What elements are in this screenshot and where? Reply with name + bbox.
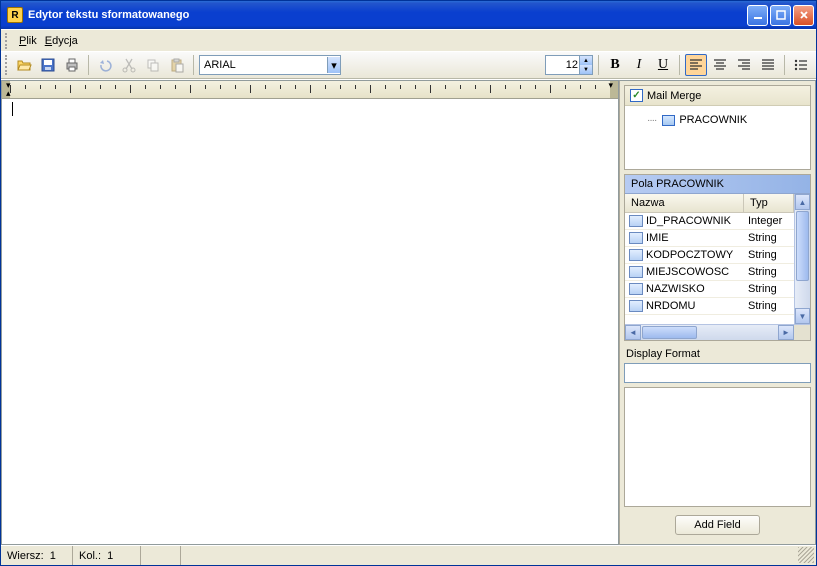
align-right-button[interactable] xyxy=(733,54,755,76)
column-header-name[interactable]: Nazwa xyxy=(625,194,744,212)
chevron-down-icon: ▾ xyxy=(327,57,340,73)
add-field-button[interactable]: Add Field xyxy=(675,515,759,535)
editor-pane: ▾ ▴ ▾ xyxy=(1,80,619,545)
menu-file[interactable]: Plik xyxy=(19,35,37,47)
column-header-type[interactable]: Typ xyxy=(744,194,794,212)
field-icon xyxy=(629,300,643,312)
mail-merge-label: Mail Merge xyxy=(647,90,701,102)
fields-header: Nazwa Typ xyxy=(625,194,794,213)
preview-box xyxy=(624,387,811,507)
minimize-button[interactable] xyxy=(747,5,768,26)
fields-vscrollbar[interactable]: ▲ ▼ xyxy=(794,194,810,324)
table-row[interactable]: ID_PRACOWNIK Integer xyxy=(625,213,794,230)
display-format-input[interactable] xyxy=(624,363,811,383)
close-button[interactable] xyxy=(793,5,814,26)
cut-button[interactable] xyxy=(118,54,140,76)
scroll-down-icon[interactable]: ▼ xyxy=(795,308,810,324)
side-panel: ✓ Mail Merge ···· PRACOWNIK Pola PRACOWN… xyxy=(619,80,816,545)
tree-item-root[interactable]: ···· PRACOWNIK xyxy=(633,112,802,128)
fields-panel: Pola PRACOWNIK Nazwa Typ ID_PRACOWNIK Int… xyxy=(624,174,811,341)
hscroll-thumb[interactable] xyxy=(642,326,697,339)
field-name: ID_PRACOWNIK xyxy=(646,215,731,227)
field-name: KODPOCZTOWY xyxy=(646,249,733,261)
font-combo[interactable]: ARIAL ▾ xyxy=(199,55,341,75)
tree-connector-icon: ···· xyxy=(647,115,656,126)
save-button[interactable] xyxy=(37,54,59,76)
tree-item-label: PRACOWNIK xyxy=(679,114,747,126)
field-name: NRDOMU xyxy=(646,300,696,312)
field-type: String xyxy=(744,281,794,297)
status-row: Wiersz: 1 xyxy=(1,546,73,565)
paste-button[interactable] xyxy=(166,54,188,76)
status-col: Kol.: 1 xyxy=(73,546,141,565)
table-row[interactable]: MIEJSCOWOSC String xyxy=(625,264,794,281)
indent-bottom-icon[interactable]: ▴ xyxy=(6,88,11,99)
field-name: MIEJSCOWOSC xyxy=(646,266,729,278)
table-row[interactable]: IMIE String xyxy=(625,230,794,247)
field-icon xyxy=(629,283,643,295)
menu-edit[interactable]: Edycja xyxy=(45,35,78,47)
maximize-button[interactable] xyxy=(770,5,791,26)
field-type: String xyxy=(744,230,794,246)
field-type: String xyxy=(744,298,794,314)
scroll-left-icon[interactable]: ◄ xyxy=(625,325,641,340)
title-bar: R Edytor tekstu sformatowanego xyxy=(1,1,816,29)
field-type: String xyxy=(744,247,794,263)
undo-button[interactable] xyxy=(94,54,116,76)
table-row[interactable]: NRDOMU String xyxy=(625,298,794,315)
font-size-value: 12 xyxy=(566,59,578,71)
underline-button[interactable]: U xyxy=(652,54,674,76)
spinner-down-icon[interactable]: ▼ xyxy=(580,65,592,74)
table-icon xyxy=(662,115,675,126)
spinner-up-icon[interactable]: ▲ xyxy=(580,56,592,65)
status-bar: Wiersz: 1 Kol.: 1 xyxy=(1,545,816,565)
align-left-button[interactable] xyxy=(685,54,707,76)
bold-button[interactable]: B xyxy=(604,54,626,76)
open-button[interactable] xyxy=(13,54,35,76)
app-icon: R xyxy=(7,7,23,23)
toolbar-grip xyxy=(5,55,9,75)
indent-right-icon[interactable]: ▾ xyxy=(608,81,613,91)
toolbar: ARIAL ▾ 12 ▲▼ B I U xyxy=(1,51,816,79)
table-row[interactable]: KODPOCZTOWY String xyxy=(625,247,794,264)
ruler[interactable]: ▾ ▴ ▾ xyxy=(2,81,618,99)
scroll-right-icon[interactable]: ► xyxy=(778,325,794,340)
scroll-up-icon[interactable]: ▲ xyxy=(795,194,810,210)
field-icon xyxy=(629,232,643,244)
font-name-value: ARIAL xyxy=(204,59,236,71)
italic-button[interactable]: I xyxy=(628,54,650,76)
window-title: Edytor tekstu sformatowanego xyxy=(28,9,747,21)
text-editor[interactable] xyxy=(2,99,618,544)
bullet-list-button[interactable] xyxy=(790,54,812,76)
resize-grip-icon[interactable] xyxy=(798,547,814,563)
field-icon xyxy=(629,249,643,261)
menu-grip xyxy=(5,33,9,49)
field-type: Integer xyxy=(744,213,794,229)
mail-merge-panel: ✓ Mail Merge ···· PRACOWNIK xyxy=(624,85,811,170)
display-format-label: Display Format xyxy=(624,345,811,363)
app-window: R Edytor tekstu sformatowanego Plik Edyc… xyxy=(0,0,817,566)
table-row[interactable]: NAZWISKO String xyxy=(625,281,794,298)
align-justify-button[interactable] xyxy=(757,54,779,76)
fields-panel-title: Pola PRACOWNIK xyxy=(625,175,810,194)
scroll-thumb[interactable] xyxy=(796,211,809,281)
content-area: ▾ ▴ ▾ ✓ Mail Merge ···· PRACOWNIK xyxy=(1,79,816,545)
field-icon xyxy=(629,215,643,227)
font-size-spinner[interactable]: 12 ▲▼ xyxy=(545,55,593,75)
status-flex xyxy=(181,546,796,565)
display-format-section: Display Format xyxy=(624,345,811,383)
copy-button[interactable] xyxy=(142,54,164,76)
align-center-button[interactable] xyxy=(709,54,731,76)
field-name: NAZWISKO xyxy=(646,283,705,295)
fields-hscrollbar[interactable]: ◄ ► xyxy=(625,324,810,340)
menu-bar: Plik Edycja xyxy=(1,29,816,51)
field-name: IMIE xyxy=(646,232,669,244)
status-empty-cell xyxy=(141,546,181,565)
field-type: String xyxy=(744,264,794,280)
print-button[interactable] xyxy=(61,54,83,76)
field-icon xyxy=(629,266,643,278)
text-caret xyxy=(12,102,13,116)
mail-merge-checkbox[interactable]: ✓ xyxy=(630,89,643,102)
